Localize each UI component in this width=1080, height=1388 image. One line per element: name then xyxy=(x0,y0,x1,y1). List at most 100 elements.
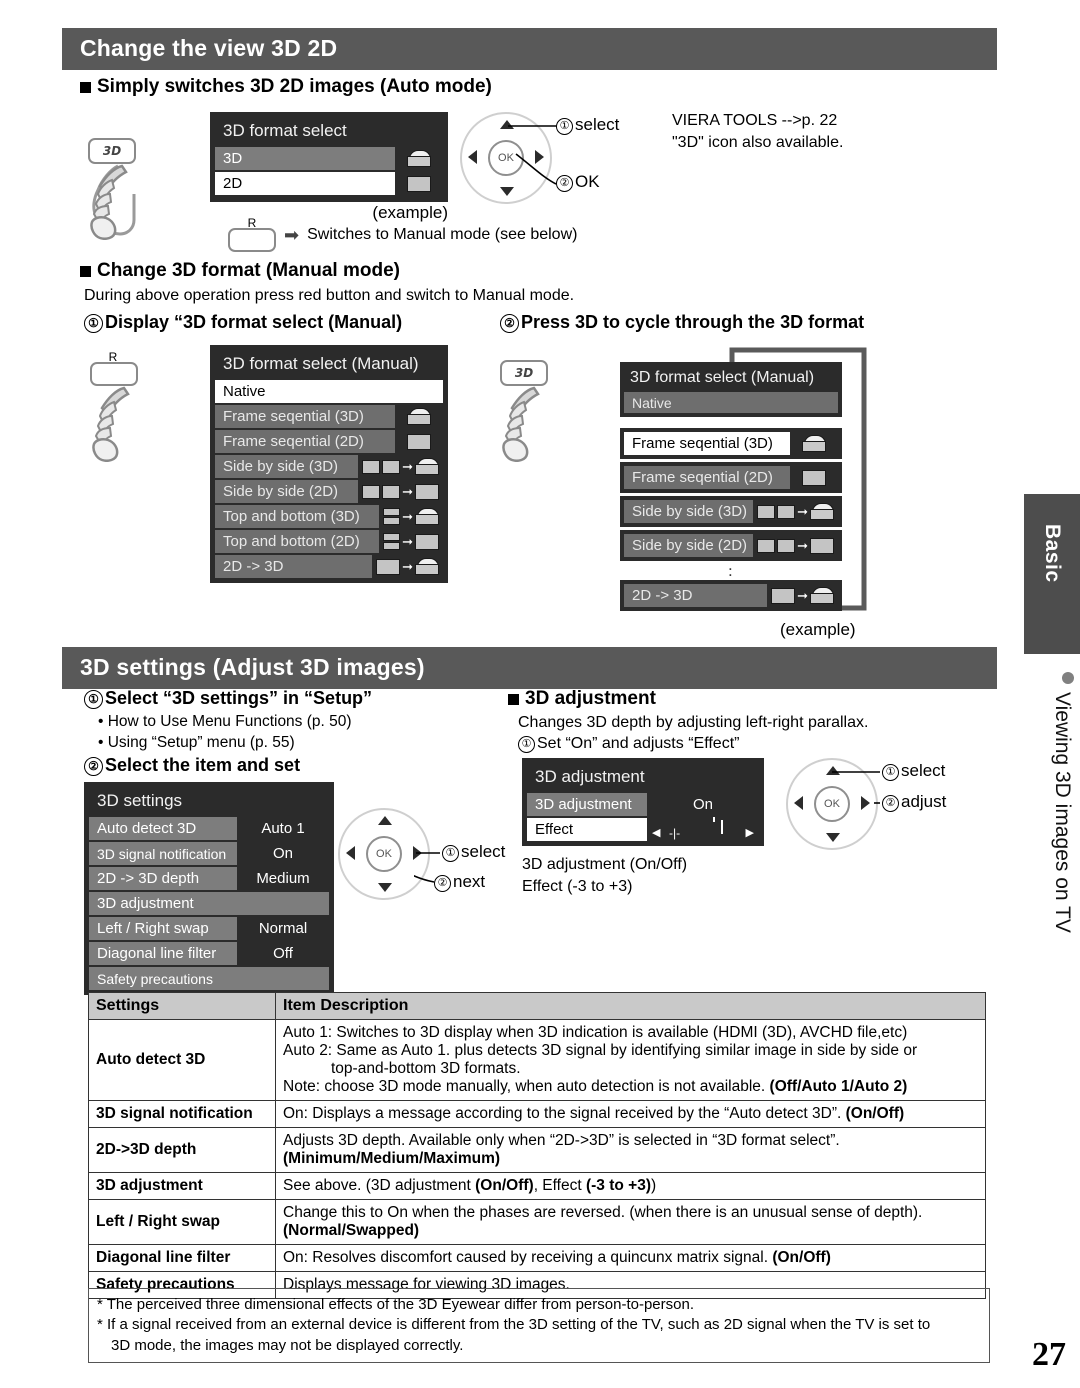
osd-row-value: On xyxy=(647,793,759,816)
osd-row-side-by-side-2d[interactable]: Side by side (2D) ➞ xyxy=(624,534,838,557)
table-cell-key: 3D signal notification xyxy=(88,1100,276,1128)
dpad-left-icon[interactable] xyxy=(794,796,803,810)
osd-row-3d-adjustment-toggle[interactable]: 3D adjustment On xyxy=(527,793,759,816)
side-caption-label: Viewing 3D images on TV xyxy=(1051,692,1074,933)
osd-row-2d-to-3d[interactable]: 2D -> 3D ➞ xyxy=(624,584,838,607)
manual-page: Basic Viewing 3D images on TV Change the… xyxy=(0,0,1080,1388)
osd-row-safety-precautions[interactable]: Safety precautions xyxy=(89,967,329,990)
effect-slider[interactable]: ◀ ▶ -|- xyxy=(647,817,759,841)
example-label-cycle: (example) xyxy=(780,620,856,639)
table-cell-key: 2D->3D depth xyxy=(88,1127,276,1173)
adjustment-step: ① Set “On” and adjusts “Effect” xyxy=(518,733,739,755)
osd-row-auto-detect-3d[interactable]: Auto detect 3D Auto 1 xyxy=(89,817,329,840)
osd-row-top-bottom-3d[interactable]: Top and bottom (3D) ➞ xyxy=(215,505,443,528)
osd-cycle-header: 3D format select (Manual) Native xyxy=(620,362,842,417)
table-cell-key: Left / Right swap xyxy=(88,1199,276,1245)
osd-row-label: 2D -> 3D xyxy=(223,558,284,575)
callout-select: ① select xyxy=(882,761,945,781)
osd-row-side-by-side-2d[interactable]: Side by side (2D) ➞ xyxy=(215,480,443,503)
step1-bullets: • How to Use Menu Functions (p. 50) • Us… xyxy=(98,712,352,754)
osd-title: 3D format select xyxy=(223,121,347,140)
red-button-key-label: R xyxy=(247,216,257,230)
osd-row-label: Top and bottom (2D) xyxy=(223,533,360,550)
callout-label: next xyxy=(453,872,486,891)
osd-3d-format-select-manual: 3D format select (Manual) Native Frame s… xyxy=(210,345,448,583)
callout-label: adjust xyxy=(901,792,947,811)
osd-row-3d-signal-notification[interactable]: 3D signal notification On xyxy=(89,842,329,865)
osd-cycle-item-frame-seq-2d: Frame seqential (2D) xyxy=(620,462,842,493)
osd-row-frame-seq-2d[interactable]: Frame seqential (2D) xyxy=(215,430,443,453)
arrow-right-icon: ➡ xyxy=(284,224,300,245)
osd-row-label: 3D adjustment xyxy=(97,895,194,912)
osd-title: 3D format select (Manual) xyxy=(630,369,815,386)
osd-row-3d-adjustment[interactable]: 3D adjustment xyxy=(89,892,329,915)
sbs-to-cube-icon: ➞ xyxy=(753,500,838,523)
osd-row-2d-to-3d[interactable]: 2D -> 3D ➞ xyxy=(215,555,443,578)
dpad-down-icon[interactable] xyxy=(378,883,392,892)
osd-row-2d-to-3d-depth[interactable]: 2D -> 3D depth Medium xyxy=(89,867,329,890)
osd-row-side-by-side-3d[interactable]: Side by side (3D) ➞ xyxy=(215,455,443,478)
osd-title: 3D settings xyxy=(97,791,183,810)
osd-row-native[interactable]: Native xyxy=(624,392,838,413)
subhead-simply-switches: Simply switches 3D 2D images (Auto mode) xyxy=(80,76,492,98)
bullet-dot-icon xyxy=(1062,672,1074,684)
osd-title: 3D adjustment xyxy=(535,767,645,786)
table-row: 3D adjustment See above. (3D adjustment … xyxy=(88,1172,986,1200)
osd-row-top-bottom-2d[interactable]: Top and bottom (2D) ➞ xyxy=(215,530,443,553)
square-bullet-icon xyxy=(80,265,91,277)
osd-row-label: Top and bottom (3D) xyxy=(223,508,360,525)
slider-tick xyxy=(713,817,715,822)
subhead-label: Change 3D format (Manual mode) xyxy=(97,260,400,281)
callout-select: ① select xyxy=(556,115,619,135)
slider-handle[interactable] xyxy=(721,820,723,834)
caption-line-2: Effect (-3 to +3) xyxy=(522,877,633,895)
dpad-up-icon[interactable] xyxy=(378,816,392,825)
step-number: ② xyxy=(500,314,519,333)
osd-row-left-right-swap[interactable]: Left / Right swap Normal xyxy=(89,917,329,940)
footnote-line-3: 3D mode, the images may not be displayed… xyxy=(111,1336,464,1354)
osd-row-diagonal-line-filter[interactable]: Diagonal line filter Off xyxy=(89,942,329,965)
press-3d-button-illustration-cycle: 3D xyxy=(500,360,562,462)
section-title-3d-settings: 3D settings (Adjust 3D images) xyxy=(62,647,997,689)
osd-row-effect-slider[interactable]: Effect ◀ ▶ -|- xyxy=(527,817,759,841)
osd-cycle-item-sbs-3d: Side by side (3D) ➞ xyxy=(620,496,842,527)
desc-line-indented: top-and-bottom 3D formats. xyxy=(331,1060,521,1077)
table-row: Left / Right swap Change this to On when… xyxy=(88,1199,986,1245)
rect-2d-icon xyxy=(790,466,838,489)
callout-next: ② next xyxy=(434,872,485,892)
osd-row-frame-seq-3d[interactable]: Frame seqential (3D) xyxy=(624,432,838,455)
slider-right-arrow-icon[interactable]: ▶ xyxy=(746,822,754,845)
side-tab-basic: Basic xyxy=(1024,494,1080,654)
slider-left-arrow-icon[interactable]: ◀ xyxy=(652,822,660,845)
dpad-left-icon[interactable] xyxy=(346,846,355,860)
section-title-change-view: Change the view 3D 2D xyxy=(62,28,997,70)
dpad-left-icon[interactable] xyxy=(468,150,477,164)
callout-label: select xyxy=(575,115,620,134)
dpad-illustration-adjustment: OK ① select ② adjust xyxy=(786,758,946,850)
rect-2d-icon xyxy=(395,172,443,195)
osd-row-frame-seq-2d[interactable]: Frame seqential (2D) xyxy=(624,466,838,489)
sbs-to-cube-icon: ➞ xyxy=(358,455,443,478)
osd-3d-settings: 3D settings Auto detect 3D Auto 1 3D sig… xyxy=(84,782,334,995)
osd-row-3d[interactable]: 3D xyxy=(215,147,443,170)
osd-row-label: 2D xyxy=(223,175,243,192)
osd-row-side-by-side-3d[interactable]: Side by side (3D) ➞ xyxy=(624,500,838,523)
remote-3d-button-icon: 3D xyxy=(88,138,136,164)
footnotes-box: * The perceived three dimensional effect… xyxy=(88,1288,990,1363)
table-cell-desc: On: Resolves discomfort caused by receiv… xyxy=(275,1244,986,1272)
callout-adjust: ② adjust xyxy=(882,792,946,812)
osd-row-label: Native xyxy=(223,383,266,400)
osd-row-2d[interactable]: 2D xyxy=(215,172,443,195)
osd-row-label: Safety precautions xyxy=(97,970,213,987)
red-button-row: R ➡ Switches to Manual mode (see below) xyxy=(228,216,577,252)
osd-3d-adjustment: 3D adjustment 3D adjustment On Effect ◀ … xyxy=(522,758,764,846)
step-number: ① xyxy=(518,736,535,753)
desc-line: Change this to On when the phases are re… xyxy=(283,1204,923,1221)
caption-line-1: 3D adjustment (On/Off) xyxy=(522,856,688,873)
desc-line: Adjusts 3D depth. Available only when “2… xyxy=(283,1132,840,1149)
table-header-row: Settings Item Description xyxy=(88,992,986,1020)
osd-row-native[interactable]: Native xyxy=(215,380,443,403)
desc-line: See above. (3D adjustment (On/Off), Effe… xyxy=(283,1177,657,1194)
ok-button-icon[interactable]: OK xyxy=(366,836,402,872)
osd-row-frame-seq-3d[interactable]: Frame seqential (3D) xyxy=(215,405,443,428)
